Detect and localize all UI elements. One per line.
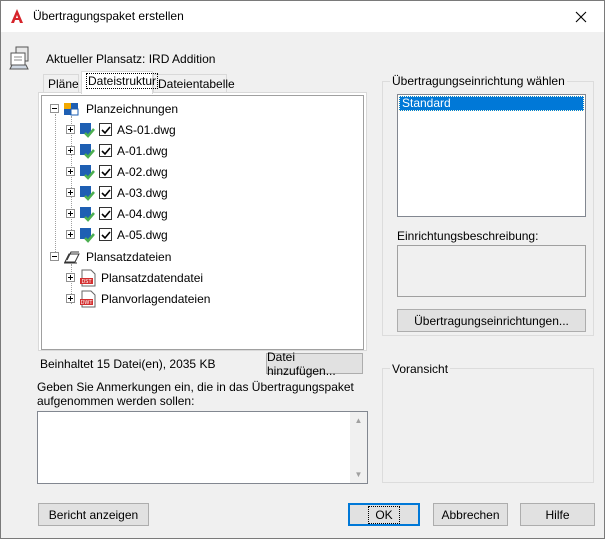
tree-node-file[interactable]: A-05.dwg bbox=[66, 224, 168, 245]
button-label: OK bbox=[368, 505, 400, 524]
tab-dateistruktur[interactable]: Dateistruktur bbox=[81, 71, 159, 94]
window-title: Übertragungspaket erstellen bbox=[33, 9, 184, 23]
help-button[interactable]: Hilfe bbox=[520, 503, 595, 526]
checkmark-icon bbox=[100, 230, 111, 239]
tree-node-label: A-02.dwg bbox=[117, 164, 168, 179]
expand-icon[interactable] bbox=[66, 294, 75, 303]
setup-list-item-selected[interactable]: Standard bbox=[399, 96, 584, 111]
tree-node-file[interactable]: A-02.dwg bbox=[66, 161, 168, 182]
dwg-file-check-icon bbox=[80, 227, 95, 243]
description-label: Einrichtungsbeschreibung: bbox=[397, 229, 539, 243]
current-sheetset-label: Aktueller Plansatz: IRD Addition bbox=[46, 52, 216, 66]
transfer-setups-button[interactable]: Übertragungseinrichtungen... bbox=[397, 309, 586, 332]
sheetset-files-icon bbox=[64, 251, 80, 263]
collapse-icon[interactable] bbox=[50, 104, 59, 113]
preview-groupbox bbox=[382, 368, 594, 483]
ok-button[interactable]: OK bbox=[348, 503, 420, 526]
sheetset-icon bbox=[9, 46, 29, 70]
drawing-folder-icon bbox=[64, 102, 79, 115]
tree-node-label: Planvorlagendateien bbox=[101, 291, 211, 306]
expand-icon[interactable] bbox=[66, 125, 75, 134]
tree-node-label: A-03.dwg bbox=[117, 185, 168, 200]
close-button[interactable] bbox=[558, 1, 604, 32]
checkmark-icon bbox=[100, 167, 111, 176]
notes-scrollbar[interactable]: ▲ ▼ bbox=[350, 412, 367, 483]
file-checkbox[interactable] bbox=[99, 228, 112, 241]
dwg-file-check-icon bbox=[80, 206, 95, 222]
tree-node-label: Plansatzdatendatei bbox=[101, 270, 204, 285]
button-label: Hilfe bbox=[545, 507, 570, 522]
button-label: Datei hinzufügen... bbox=[267, 349, 336, 378]
tab-label: Pläne bbox=[48, 77, 79, 91]
tree-node-file[interactable]: A-03.dwg bbox=[66, 182, 168, 203]
button-label: Übertragungseinrichtungen... bbox=[414, 313, 569, 328]
notes-textarea[interactable]: ▲ ▼ bbox=[37, 411, 368, 484]
tree-node-label: A-04.dwg bbox=[117, 206, 168, 221]
scroll-up-icon[interactable]: ▲ bbox=[350, 412, 367, 429]
expand-icon[interactable] bbox=[66, 230, 75, 239]
tree-node-file[interactable]: AS-01.dwg bbox=[66, 119, 176, 140]
tab-label: Dateientabelle bbox=[158, 77, 235, 91]
tree-node-planzeichnungen[interactable]: Planzeichnungen bbox=[50, 98, 178, 119]
tree-node-sheetset-file[interactable]: DST Plansatzdatendatei bbox=[66, 267, 203, 288]
tree-node-sheetset-file[interactable]: DWT Planvorlagendateien bbox=[66, 288, 210, 309]
show-report-button[interactable]: Bericht anzeigen bbox=[38, 503, 149, 526]
notes-label-line1: Geben Sie Anmerkungen ein, die in das Üb… bbox=[37, 380, 354, 394]
preview-group-label: Voransicht bbox=[390, 362, 451, 376]
dwt-badge: DWT bbox=[81, 300, 94, 306]
dwt-file-icon: DWT bbox=[80, 290, 96, 307]
close-icon bbox=[575, 11, 587, 22]
tree-node-plansatzdateien[interactable]: Plansatzdateien bbox=[50, 246, 171, 267]
dst-file-icon: DST bbox=[80, 269, 96, 286]
file-checkbox[interactable] bbox=[99, 207, 112, 220]
dwg-file-check-icon bbox=[80, 143, 95, 159]
dwg-file-check-icon bbox=[80, 164, 95, 180]
collapse-icon[interactable] bbox=[50, 252, 59, 261]
tab-label: Dateistruktur bbox=[86, 73, 159, 89]
dst-badge: DST bbox=[81, 279, 92, 285]
tab-dateientabelle[interactable]: Dateientabelle bbox=[153, 74, 235, 94]
tree-node-file[interactable]: A-04.dwg bbox=[66, 203, 168, 224]
checkmark-icon bbox=[100, 209, 111, 218]
title-bar: Übertragungspaket erstellen bbox=[1, 1, 604, 32]
checkmark-icon bbox=[100, 188, 111, 197]
add-file-button[interactable]: Datei hinzufügen... bbox=[266, 350, 363, 378]
tree-node-file[interactable]: A-01.dwg bbox=[66, 140, 168, 161]
button-label: Abbrechen bbox=[441, 507, 500, 522]
setup-group-label: Übertragungseinrichtung wählen bbox=[390, 74, 567, 88]
description-box bbox=[397, 245, 586, 297]
cancel-button[interactable]: Abbrechen bbox=[433, 503, 508, 526]
file-checkbox[interactable] bbox=[99, 123, 112, 136]
button-label: Bericht anzeigen bbox=[48, 507, 139, 522]
dialog-window: Übertragungspaket erstellen Aktueller Pl… bbox=[0, 0, 605, 539]
scroll-down-icon[interactable]: ▼ bbox=[350, 466, 367, 483]
tree-node-label: A-01.dwg bbox=[117, 143, 168, 158]
file-checkbox[interactable] bbox=[99, 144, 112, 157]
file-count-status: Beinhaltet 15 Datei(en), 2035 KB bbox=[40, 357, 216, 371]
file-tree[interactable]: Planzeichnungen AS-01.dwg A-01.dwg A-02.… bbox=[41, 95, 364, 350]
tab-panel: Planzeichnungen AS-01.dwg A-01.dwg A-02.… bbox=[38, 92, 367, 351]
checkmark-icon bbox=[100, 146, 111, 155]
tree-node-label: AS-01.dwg bbox=[117, 122, 176, 137]
setup-item-label: Standard bbox=[402, 96, 451, 110]
expand-icon[interactable] bbox=[66, 188, 75, 197]
file-checkbox[interactable] bbox=[99, 186, 112, 199]
file-checkbox[interactable] bbox=[99, 165, 112, 178]
dwg-file-check-icon bbox=[80, 185, 95, 201]
expand-icon[interactable] bbox=[66, 209, 75, 218]
expand-icon[interactable] bbox=[66, 146, 75, 155]
tree-node-label: Planzeichnungen bbox=[86, 101, 179, 116]
notes-label-line2: aufgenommen werden sollen: bbox=[37, 394, 195, 408]
tree-node-label: A-05.dwg bbox=[117, 227, 168, 242]
tree-node-label: Plansatzdateien bbox=[86, 249, 172, 264]
autocad-logo-icon bbox=[11, 9, 23, 23]
checkmark-icon bbox=[100, 125, 111, 134]
tab-plaene[interactable]: Pläne bbox=[43, 74, 79, 94]
expand-icon[interactable] bbox=[66, 273, 75, 282]
expand-icon[interactable] bbox=[66, 167, 75, 176]
dwg-file-check-icon bbox=[80, 122, 95, 138]
setup-listbox[interactable]: Standard bbox=[397, 94, 586, 217]
